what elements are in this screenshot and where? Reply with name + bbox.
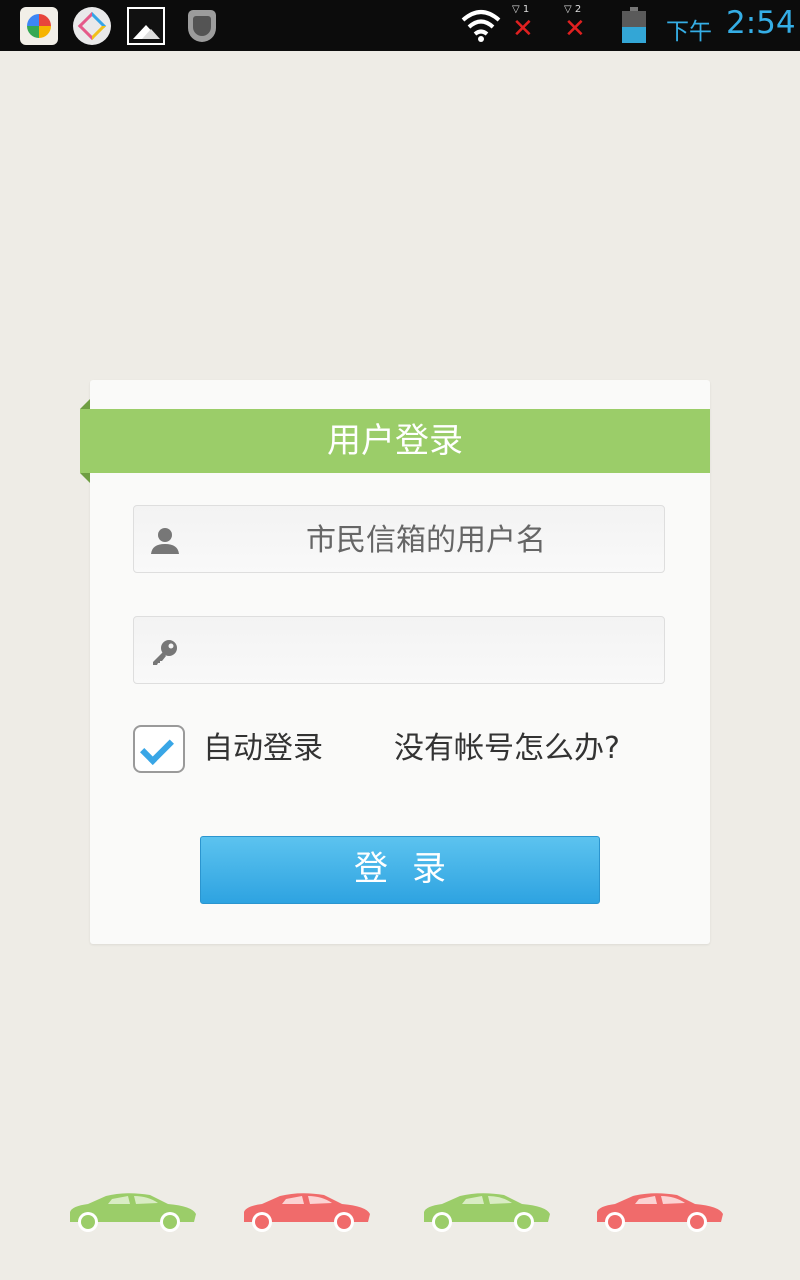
car-icon: [424, 1193, 550, 1232]
auto-login-checkbox[interactable]: [133, 725, 185, 773]
photo-app-icon[interactable]: [20, 7, 58, 45]
security-shield-icon[interactable]: [183, 7, 221, 45]
car-icon: [597, 1193, 723, 1232]
checkmark-icon: [140, 731, 174, 765]
car-icon: [70, 1193, 196, 1232]
login-button[interactable]: 登录: [200, 836, 600, 904]
user-icon: [151, 528, 179, 554]
password-input[interactable]: [194, 617, 658, 685]
key-icon: [153, 640, 177, 665]
clock-period: 下午: [666, 19, 712, 45]
signal-1-icon: ▽ 1 ✕: [512, 4, 534, 44]
status-bar: ▽ 1 ✕ ▽ 2 ✕ 下午 2:54: [0, 0, 800, 51]
login-title: 用户登录: [80, 409, 710, 473]
clock-time: 2:54: [726, 5, 796, 41]
username-field[interactable]: [133, 505, 665, 574]
wifi-icon: [461, 10, 501, 42]
gallery-icon[interactable]: [127, 7, 165, 45]
no-account-link[interactable]: 没有帐号怎么办?: [394, 728, 620, 770]
puzzle-app-icon[interactable]: [73, 7, 111, 45]
car-icon: [244, 1193, 370, 1232]
signal-2-icon: ▽ 2 ✕: [564, 4, 586, 44]
ribbon-fold-top: [80, 399, 90, 409]
auto-login-label[interactable]: 自动登录: [203, 728, 323, 770]
ribbon-fold-bottom: [80, 473, 90, 483]
password-field[interactable]: [133, 616, 665, 685]
battery-icon: [622, 7, 646, 43]
username-input[interactable]: [194, 506, 658, 574]
